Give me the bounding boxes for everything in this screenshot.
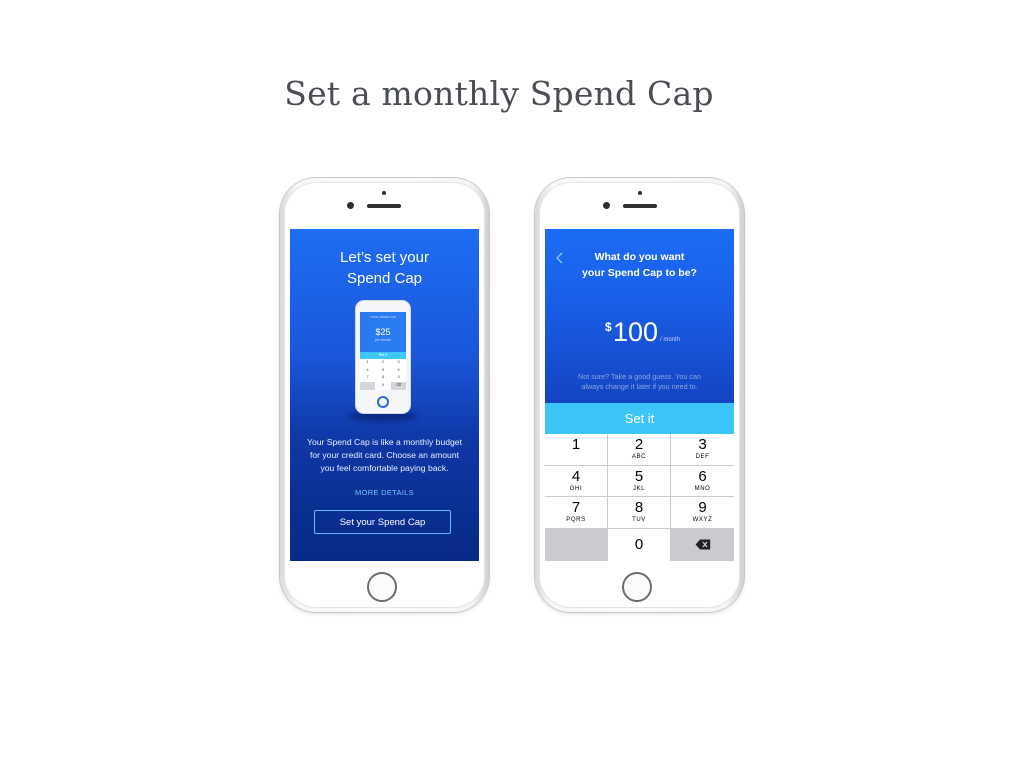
home-button-icon: [622, 572, 652, 602]
phone-illustration: YOUR SPEND CAP $25 per month Set it 1 2 …: [356, 301, 410, 413]
amount-question-line: your Spend Cap to be?: [582, 267, 697, 279]
sensor-icon: [382, 191, 386, 195]
intro-screen: Let’s set your Spend Cap YOUR SPEND CAP …: [290, 229, 479, 561]
set-it-button[interactable]: Set it: [545, 403, 734, 434]
illustration-set-button: Set it: [360, 352, 406, 359]
intro-heading-line: Let’s set your: [340, 249, 429, 266]
key-digit: 8: [634, 499, 644, 516]
illustration-key: 7: [366, 375, 369, 380]
illustration-key: 3: [397, 360, 400, 364]
keypad-key[interactable]: 3 DEF: [671, 434, 734, 465]
amount-screen: What do you want your Spend Cap to be? $…: [545, 229, 734, 561]
key-digit: 3: [698, 436, 707, 453]
numeric-keypad: 1 2 ABC 3 DEF 4 GHI 5 JKL 6 MNO 7 PQRS 8 TUV 9W…: [545, 434, 734, 561]
keypad-key[interactable]: 0: [608, 528, 670, 561]
key-letters: ABC: [631, 454, 647, 460]
speaker-icon: [623, 204, 657, 208]
back-chevron-icon[interactable]: [554, 251, 566, 265]
illustration-keypad: 1 2 3 4 5 6 7 8 9 0 ⌫: [360, 359, 406, 390]
slide-title: Set a monthly Spend Cap: [284, 74, 714, 113]
camera-icon: [603, 202, 610, 209]
amount-value: 100: [613, 317, 659, 347]
more-details-link[interactable]: MORE DETAILS: [290, 488, 479, 497]
illustration-key: 6: [397, 367, 400, 372]
illustration-key: 1: [366, 360, 369, 364]
illustration-key: [360, 382, 375, 390]
amount-header: What do you want your Spend Cap to be? $…: [545, 229, 734, 403]
key-digit: 5: [634, 467, 644, 485]
keypad-blank-key: [545, 528, 607, 561]
amount-period: / month: [660, 337, 681, 343]
intro-description-line: you feel comfortable paying back.: [320, 463, 449, 473]
illustration-key: 5: [381, 367, 385, 372]
set-spend-cap-button[interactable]: Set your Spend Cap: [314, 510, 451, 534]
amount-hint-line: Not sure? Take a good guess. You can: [578, 372, 701, 381]
illustration-key: 8: [381, 375, 385, 380]
amount-display: $ 100 / month: [545, 317, 734, 353]
keypad-key[interactable]: 7 PQRS: [545, 497, 607, 528]
keypad-delete-key[interactable]: [671, 528, 734, 561]
sensor-icon: [638, 191, 642, 195]
key-digit: 0: [634, 535, 644, 553]
phone-amount: What do you want your Spend Cap to be? $…: [535, 178, 744, 612]
intro-description-line: Your Spend Cap is like a monthly budget: [307, 437, 462, 447]
phone-intro: Let’s set your Spend Cap YOUR SPEND CAP …: [280, 178, 489, 612]
illustration-home-icon: [377, 396, 389, 408]
amount-question: What do you want your Spend Cap to be?: [567, 249, 712, 281]
illustration-caption: YOUR SPEND CAP: [369, 315, 397, 319]
illustration-key: 2: [381, 360, 385, 364]
key-letters: JKL: [632, 485, 646, 492]
keypad-key[interactable]: 2 ABC: [608, 434, 670, 465]
key-letters: TUV: [632, 517, 646, 523]
keypad-key[interactable]: 1: [545, 434, 607, 465]
home-button-icon: [367, 572, 397, 602]
intro-heading: Let’s set your Spend Cap: [290, 247, 479, 289]
illustration-amount: $25: [375, 327, 391, 337]
key-digit: 1: [571, 436, 581, 453]
illustration-screen: YOUR SPEND CAP $25 per month Set it 1 2 …: [360, 312, 406, 390]
illustration-unit: per month: [375, 338, 391, 342]
key-digit: 9: [698, 499, 707, 516]
key-letters: WXYZ: [692, 517, 713, 523]
amount-question-line: What do you want: [594, 251, 685, 263]
illustration-key: 4: [366, 367, 369, 372]
illustration-key: 9: [397, 375, 400, 380]
key-letters: MNO: [694, 485, 711, 492]
keypad-key[interactable]: 9 WXYZ: [671, 497, 734, 528]
illustration-key: ⌫: [391, 382, 406, 390]
key-letters: DEF: [695, 454, 710, 460]
key-letters: PQRS: [566, 517, 586, 523]
keypad-key[interactable]: 6 MNO: [671, 465, 734, 496]
key-digit: 6: [698, 467, 707, 485]
amount-hint-line: always change it later if you need to.: [581, 382, 698, 391]
key-digit: 4: [571, 467, 581, 485]
intro-description: Your Spend Cap is like a monthly budget …: [298, 436, 471, 475]
key-digit: 7: [571, 499, 581, 516]
keypad-key[interactable]: 5 JKL: [608, 465, 670, 496]
key-letters: GHI: [569, 485, 583, 492]
camera-icon: [347, 202, 354, 209]
currency-symbol: $: [605, 320, 612, 334]
speaker-icon: [367, 204, 401, 208]
backspace-icon: [695, 537, 711, 554]
intro-heading-line: Spend Cap: [346, 270, 423, 287]
illustration-key: 0: [381, 383, 385, 388]
keypad-key[interactable]: 4 GHI: [545, 465, 607, 496]
key-digit: 2: [634, 436, 644, 453]
amount-hint: Not sure? Take a good guess. You can alw…: [559, 372, 720, 392]
keypad-key[interactable]: 8 TUV: [608, 497, 670, 528]
intro-description-line: for your credit card. Choose an amount: [309, 450, 460, 460]
